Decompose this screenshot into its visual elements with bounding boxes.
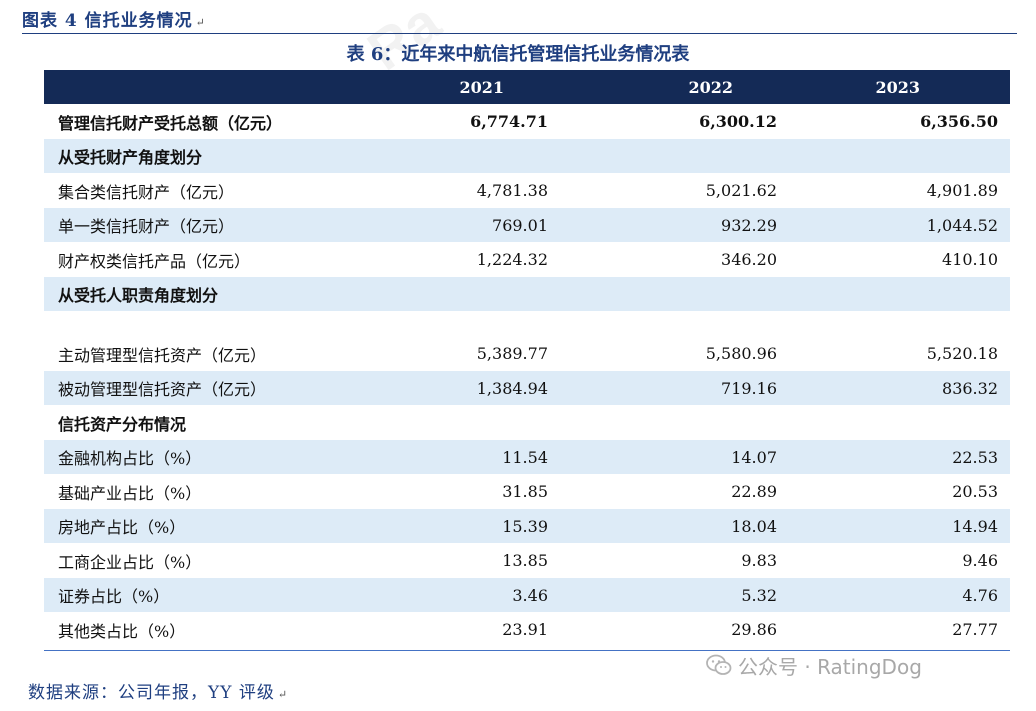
- cell-2021: 6,774.71: [470, 112, 548, 131]
- table-row: 房地产占比（%） 15.39 18.04 14.94: [44, 509, 1010, 543]
- paragraph-mark-icon: ↵: [195, 16, 206, 29]
- cell-2023: 6,356.50: [920, 112, 998, 131]
- table-title: 表 6：近年来中航信托管理信托业务情况表: [346, 44, 690, 65]
- section-label: 从受托财产角度划分: [58, 148, 203, 167]
- row-label: 主动管理型信托资产（亿元）: [58, 345, 267, 365]
- cell-2021: 1,384.94: [476, 378, 548, 398]
- cell-2022: 5.32: [741, 585, 777, 605]
- section-row: 从受托财产角度划分: [44, 139, 1010, 173]
- cell-2023: 20.53: [952, 482, 998, 501]
- watermark-text: 公众号 · RatingDog: [738, 654, 922, 679]
- wechat-watermark: 公众号 · RatingDog: [706, 650, 922, 680]
- row-label: 工商企业占比（%）: [58, 552, 202, 572]
- cell-2021: 769.01: [492, 215, 548, 235]
- row-label: 其他类占比（%）: [58, 621, 186, 641]
- figure-title-text: 图表 4 信托业务情况: [22, 11, 193, 31]
- cell-2022: 18.04: [731, 516, 777, 536]
- row-label: 财产权类信托产品（亿元）: [58, 251, 251, 271]
- table-row: 金融机构占比（%） 11.54 14.07 22.53: [44, 440, 1010, 474]
- source-text: 数据来源：公司年报，YY 评级: [28, 683, 275, 703]
- source-note: 数据来源：公司年报，YY 评级 ↵: [28, 678, 288, 703]
- cell-2023: 27.77: [952, 620, 998, 639]
- row-label: 证券占比（%）: [58, 587, 170, 606]
- cell-2021: 11.54: [502, 447, 548, 467]
- section-label: 从受托人职责角度划分: [58, 286, 219, 305]
- table-row: 主动管理型信托资产（亿元） 5,389.77 5,580.96 5,520.18: [44, 336, 1010, 371]
- table-row: 单一类信托财产（亿元） 769.01 932.29 1,044.52: [44, 208, 1010, 242]
- section-row: 信托资产分布情况: [44, 405, 1010, 440]
- header-cell-2023: 2023: [875, 77, 920, 97]
- table-row: 基础产业占比（%） 31.85 22.89 20.53: [44, 474, 1010, 509]
- row-label: 集合类信托财产（亿元）: [58, 182, 235, 202]
- cell-2022: 932.29: [721, 215, 777, 235]
- section-row: 从受托人职责角度划分: [44, 277, 1010, 311]
- cell-2021: 4,781.38: [476, 181, 548, 200]
- row-label: 金融机构占比（%）: [58, 449, 202, 468]
- cell-2022: 9.83: [741, 551, 777, 570]
- cell-2023: 410.10: [942, 250, 998, 269]
- wechat-icon: [706, 654, 732, 675]
- cell-2022: 719.16: [721, 378, 777, 398]
- cell-2022: 6,300.12: [699, 112, 777, 131]
- table-row: 证券占比（%） 3.46 5.32 4.76: [44, 578, 1010, 612]
- trust-business-table: 2021 2022 2023 管理信托财产受托总额（亿元） 6,774.71 6…: [44, 70, 1010, 647]
- cell-2023: 9.46: [962, 551, 998, 570]
- table-header-row: 2021 2022 2023: [44, 70, 1010, 104]
- cell-2023: 5,520.18: [926, 344, 998, 363]
- table-row: 其他类占比（%） 23.91 29.86 27.77: [44, 612, 1010, 647]
- cell-2021: 31.85: [502, 482, 548, 501]
- cell-2022: 346.20: [721, 250, 777, 269]
- cell-2021: 15.39: [502, 516, 548, 536]
- spacer-row: [44, 311, 1010, 336]
- cell-2021: 23.91: [502, 620, 548, 639]
- cell-2023: 836.32: [942, 378, 998, 398]
- cell-2021: 1,224.32: [476, 250, 548, 269]
- row-label: 管理信托财产受托总额（亿元）: [58, 113, 283, 133]
- cell-2023: 14.94: [952, 516, 998, 536]
- table-row: 财产权类信托产品（亿元） 1,224.32 346.20 410.10: [44, 242, 1010, 277]
- table-row: 工商企业占比（%） 13.85 9.83 9.46: [44, 543, 1010, 578]
- table-row: 被动管理型信托资产（亿元） 1,384.94 719.16 836.32: [44, 371, 1010, 405]
- row-label: 基础产业占比（%）: [58, 483, 202, 503]
- row-label: 被动管理型信托资产（亿元）: [58, 380, 267, 399]
- row-label: 房地产占比（%）: [58, 518, 186, 537]
- table-row: 集合类信托财产（亿元） 4,781.38 5,021.62 4,901.89: [44, 173, 1010, 208]
- cell-2021: 3.46: [512, 585, 548, 605]
- cell-2021: 13.85: [502, 551, 548, 570]
- cell-2022: 14.07: [731, 447, 777, 467]
- cell-2023: 22.53: [952, 447, 998, 467]
- cell-2022: 5,021.62: [705, 181, 777, 200]
- paragraph-mark-icon: ↵: [277, 688, 289, 701]
- table-row: 管理信托财产受托总额（亿元） 6,774.71 6,300.12 6,356.5…: [44, 104, 1010, 139]
- header-cell-2021: 2021: [459, 77, 504, 97]
- header-cell-2022: 2022: [688, 77, 733, 97]
- row-label: 单一类信托财产（亿元）: [58, 217, 235, 236]
- cell-2023: 4.76: [962, 585, 998, 605]
- figure-title: 图表 4 信托业务情况 ↵: [22, 6, 206, 32]
- cell-2022: 5,580.96: [705, 344, 777, 363]
- cell-2021: 5,389.77: [476, 344, 548, 363]
- cell-2023: 4,901.89: [926, 181, 998, 200]
- top-divider: [22, 33, 1017, 34]
- section-label: 信托资产分布情况: [58, 414, 187, 434]
- cell-2022: 29.86: [731, 620, 777, 639]
- cell-2023: 1,044.52: [926, 215, 998, 235]
- cell-2022: 22.89: [731, 482, 777, 501]
